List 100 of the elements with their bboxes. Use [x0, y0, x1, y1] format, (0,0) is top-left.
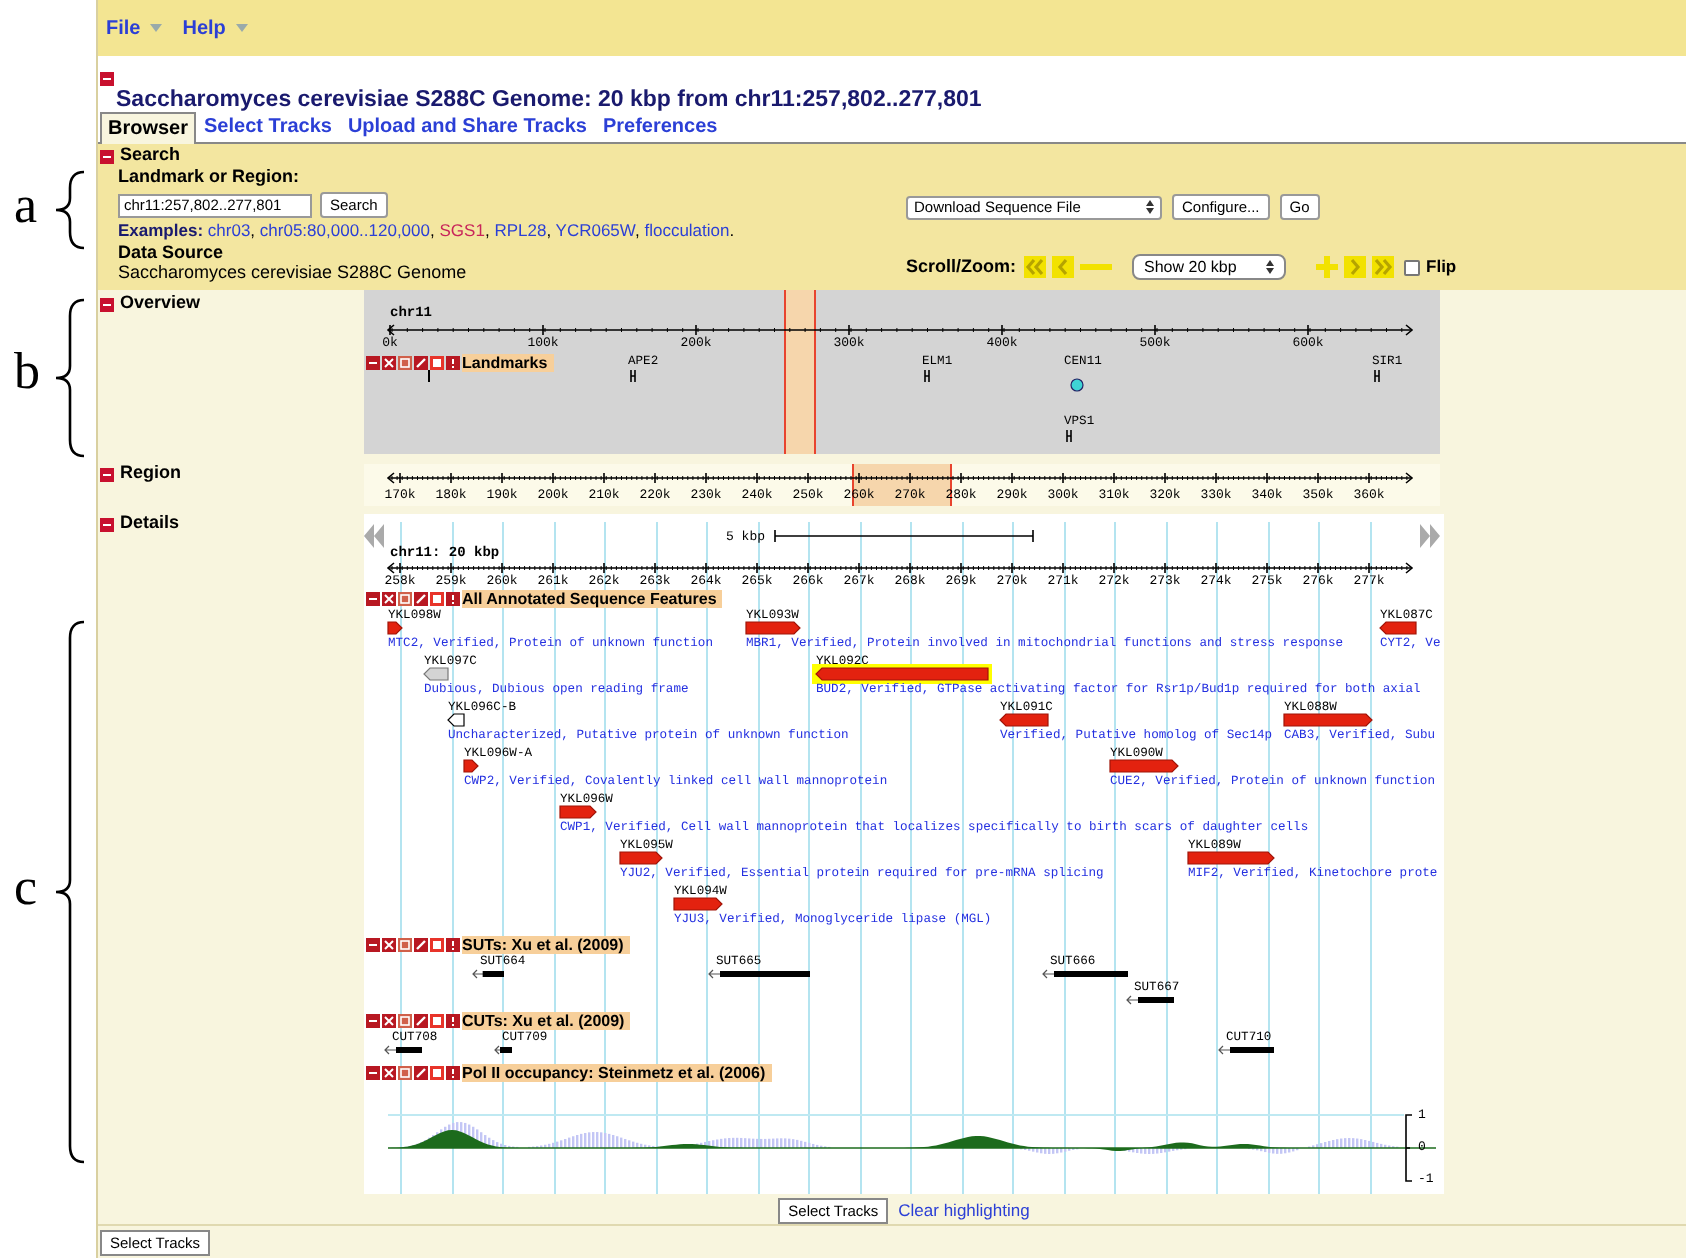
- gene-arrow[interactable]: [742, 618, 804, 638]
- updown-arrow-icon: [1266, 260, 1275, 275]
- example-link[interactable]: chr05:80,000..120,000: [259, 220, 430, 240]
- help-icon[interactable]: [446, 1066, 460, 1080]
- gene-marker[interactable]: [630, 370, 636, 382]
- axis-bracket: [1404, 1114, 1414, 1182]
- centromere-marker[interactable]: [1070, 378, 1084, 392]
- track-title: SUTs: Xu et al. (2009): [462, 936, 630, 954]
- share-icon[interactable]: [398, 356, 412, 370]
- gene-marker[interactable]: [1374, 370, 1380, 382]
- section-label: Search: [120, 142, 181, 169]
- share-icon[interactable]: [398, 1066, 412, 1080]
- tab[interactable]: Select Tracks: [196, 112, 340, 142]
- share-icon[interactable]: [398, 1014, 412, 1028]
- collapse-icon[interactable]: [366, 592, 380, 606]
- section-label: Region: [120, 460, 181, 487]
- collapse-icon[interactable]: [100, 149, 114, 163]
- field-label: Landmark or Region:: [118, 166, 302, 188]
- gene-arrow[interactable]: [1280, 710, 1376, 730]
- collapse-icon[interactable]: [366, 1066, 380, 1080]
- transcript-arrow[interactable]: [1042, 968, 1128, 980]
- help-icon[interactable]: [446, 356, 460, 370]
- example-link[interactable]: chr03: [207, 220, 251, 240]
- gene-arrow[interactable]: [556, 802, 600, 822]
- examples-line: Examples: chr03, chr05:80,000..120,000, SGS1, RPL28, YCR065W, flocculation.: [118, 220, 737, 242]
- edit-icon[interactable]: [414, 592, 428, 606]
- transcript-arrow[interactable]: [494, 1044, 512, 1056]
- help-icon[interactable]: [446, 1014, 460, 1028]
- share-icon[interactable]: [398, 938, 412, 952]
- collapse-icon[interactable]: [100, 517, 114, 531]
- gene-marker[interactable]: [1066, 430, 1072, 442]
- field-label: Data Source: [118, 242, 226, 262]
- gene-marker[interactable]: [428, 370, 432, 382]
- track-title: CUTs: Xu et al. (2009): [462, 1012, 631, 1030]
- gene-arrow[interactable]: [1184, 848, 1278, 868]
- close-icon[interactable]: [382, 1014, 396, 1028]
- menu-item[interactable]: File: [106, 13, 163, 43]
- save-icon[interactable]: [430, 592, 444, 606]
- annotation-letter: c: [14, 858, 38, 918]
- transcript-arrow[interactable]: [1218, 1044, 1274, 1056]
- gene-arrow[interactable]: [1106, 756, 1182, 776]
- gene-arrow[interactable]: [996, 710, 1052, 730]
- track-title: Pol II occupancy: Steinmetz et al. (2006): [462, 1064, 772, 1082]
- updown-arrow-icon: [1146, 200, 1154, 214]
- collapse-icon[interactable]: [100, 72, 114, 86]
- transcript-arrow[interactable]: [1126, 994, 1174, 1006]
- gene-marker[interactable]: [924, 370, 930, 382]
- scroll-zoom-label: Scroll/Zoom:: [906, 254, 1017, 280]
- edit-icon[interactable]: [414, 1066, 428, 1080]
- collapse-icon[interactable]: [100, 467, 114, 481]
- close-icon[interactable]: [382, 1066, 396, 1080]
- example-link[interactable]: SGS1: [439, 220, 485, 240]
- edit-icon[interactable]: [414, 938, 428, 952]
- annotation-letter: a: [14, 176, 38, 236]
- example-link[interactable]: flocculation: [644, 220, 730, 240]
- section-label: Details: [120, 510, 180, 537]
- section-label: Overview: [120, 290, 201, 317]
- zoom-select[interactable]: Show 20 kbp: [1132, 254, 1287, 281]
- help-icon[interactable]: [446, 938, 460, 952]
- track-title: Landmarks: [462, 354, 554, 372]
- help-icon[interactable]: [446, 592, 460, 606]
- example-link[interactable]: RPL28: [494, 220, 547, 240]
- collapse-icon[interactable]: [366, 356, 380, 370]
- collapse-icon[interactable]: [366, 938, 380, 952]
- gene-arrow[interactable]: [616, 848, 666, 868]
- transcript-arrow[interactable]: [384, 1044, 422, 1056]
- transcript-arrow[interactable]: [472, 968, 504, 980]
- share-icon[interactable]: [398, 592, 412, 606]
- gene-arrow[interactable]: [384, 618, 406, 638]
- gene-arrow[interactable]: [460, 756, 482, 776]
- data-source-text: Saccharomyces cerevisiae S288C Genome: [118, 262, 469, 282]
- curly-brace: [54, 170, 86, 250]
- edit-icon[interactable]: [414, 1014, 428, 1028]
- close-icon[interactable]: [382, 592, 396, 606]
- close-icon[interactable]: [382, 356, 396, 370]
- tab[interactable]: Preferences: [594, 112, 726, 142]
- transcript-arrow[interactable]: [708, 968, 810, 980]
- caret-icon: [150, 24, 163, 32]
- page-title: Saccharomyces cerevisiae S288C Genome: 20 kbp from chr11:257,802..277,801: [114, 88, 984, 114]
- gene-arrow[interactable]: [1376, 618, 1420, 638]
- gene-arrow[interactable]: [444, 710, 468, 730]
- caret-icon: [235, 24, 248, 32]
- edit-icon[interactable]: [414, 356, 428, 370]
- save-icon[interactable]: [430, 356, 444, 370]
- menu-item[interactable]: Help: [182, 13, 248, 43]
- collapse-icon[interactable]: [100, 297, 114, 311]
- example-link[interactable]: YCR065W: [555, 220, 635, 240]
- save-icon[interactable]: [430, 1066, 444, 1080]
- clear-highlighting-link[interactable]: Clear highlighting: [898, 1197, 1030, 1223]
- flip-label: Flip: [1426, 254, 1457, 281]
- collapse-icon[interactable]: [366, 1014, 380, 1028]
- annotation-letter: b: [14, 342, 40, 402]
- flip-checkbox[interactable]: [1404, 259, 1421, 276]
- save-icon[interactable]: [430, 938, 444, 952]
- tab[interactable]: Browser: [100, 112, 197, 144]
- track-title: All Annotated Sequence Features: [462, 590, 723, 608]
- tab[interactable]: Upload and Share Tracks: [339, 112, 595, 142]
- gene-arrow[interactable]: [670, 894, 726, 914]
- close-icon[interactable]: [382, 938, 396, 952]
- save-icon[interactable]: [430, 1014, 444, 1028]
